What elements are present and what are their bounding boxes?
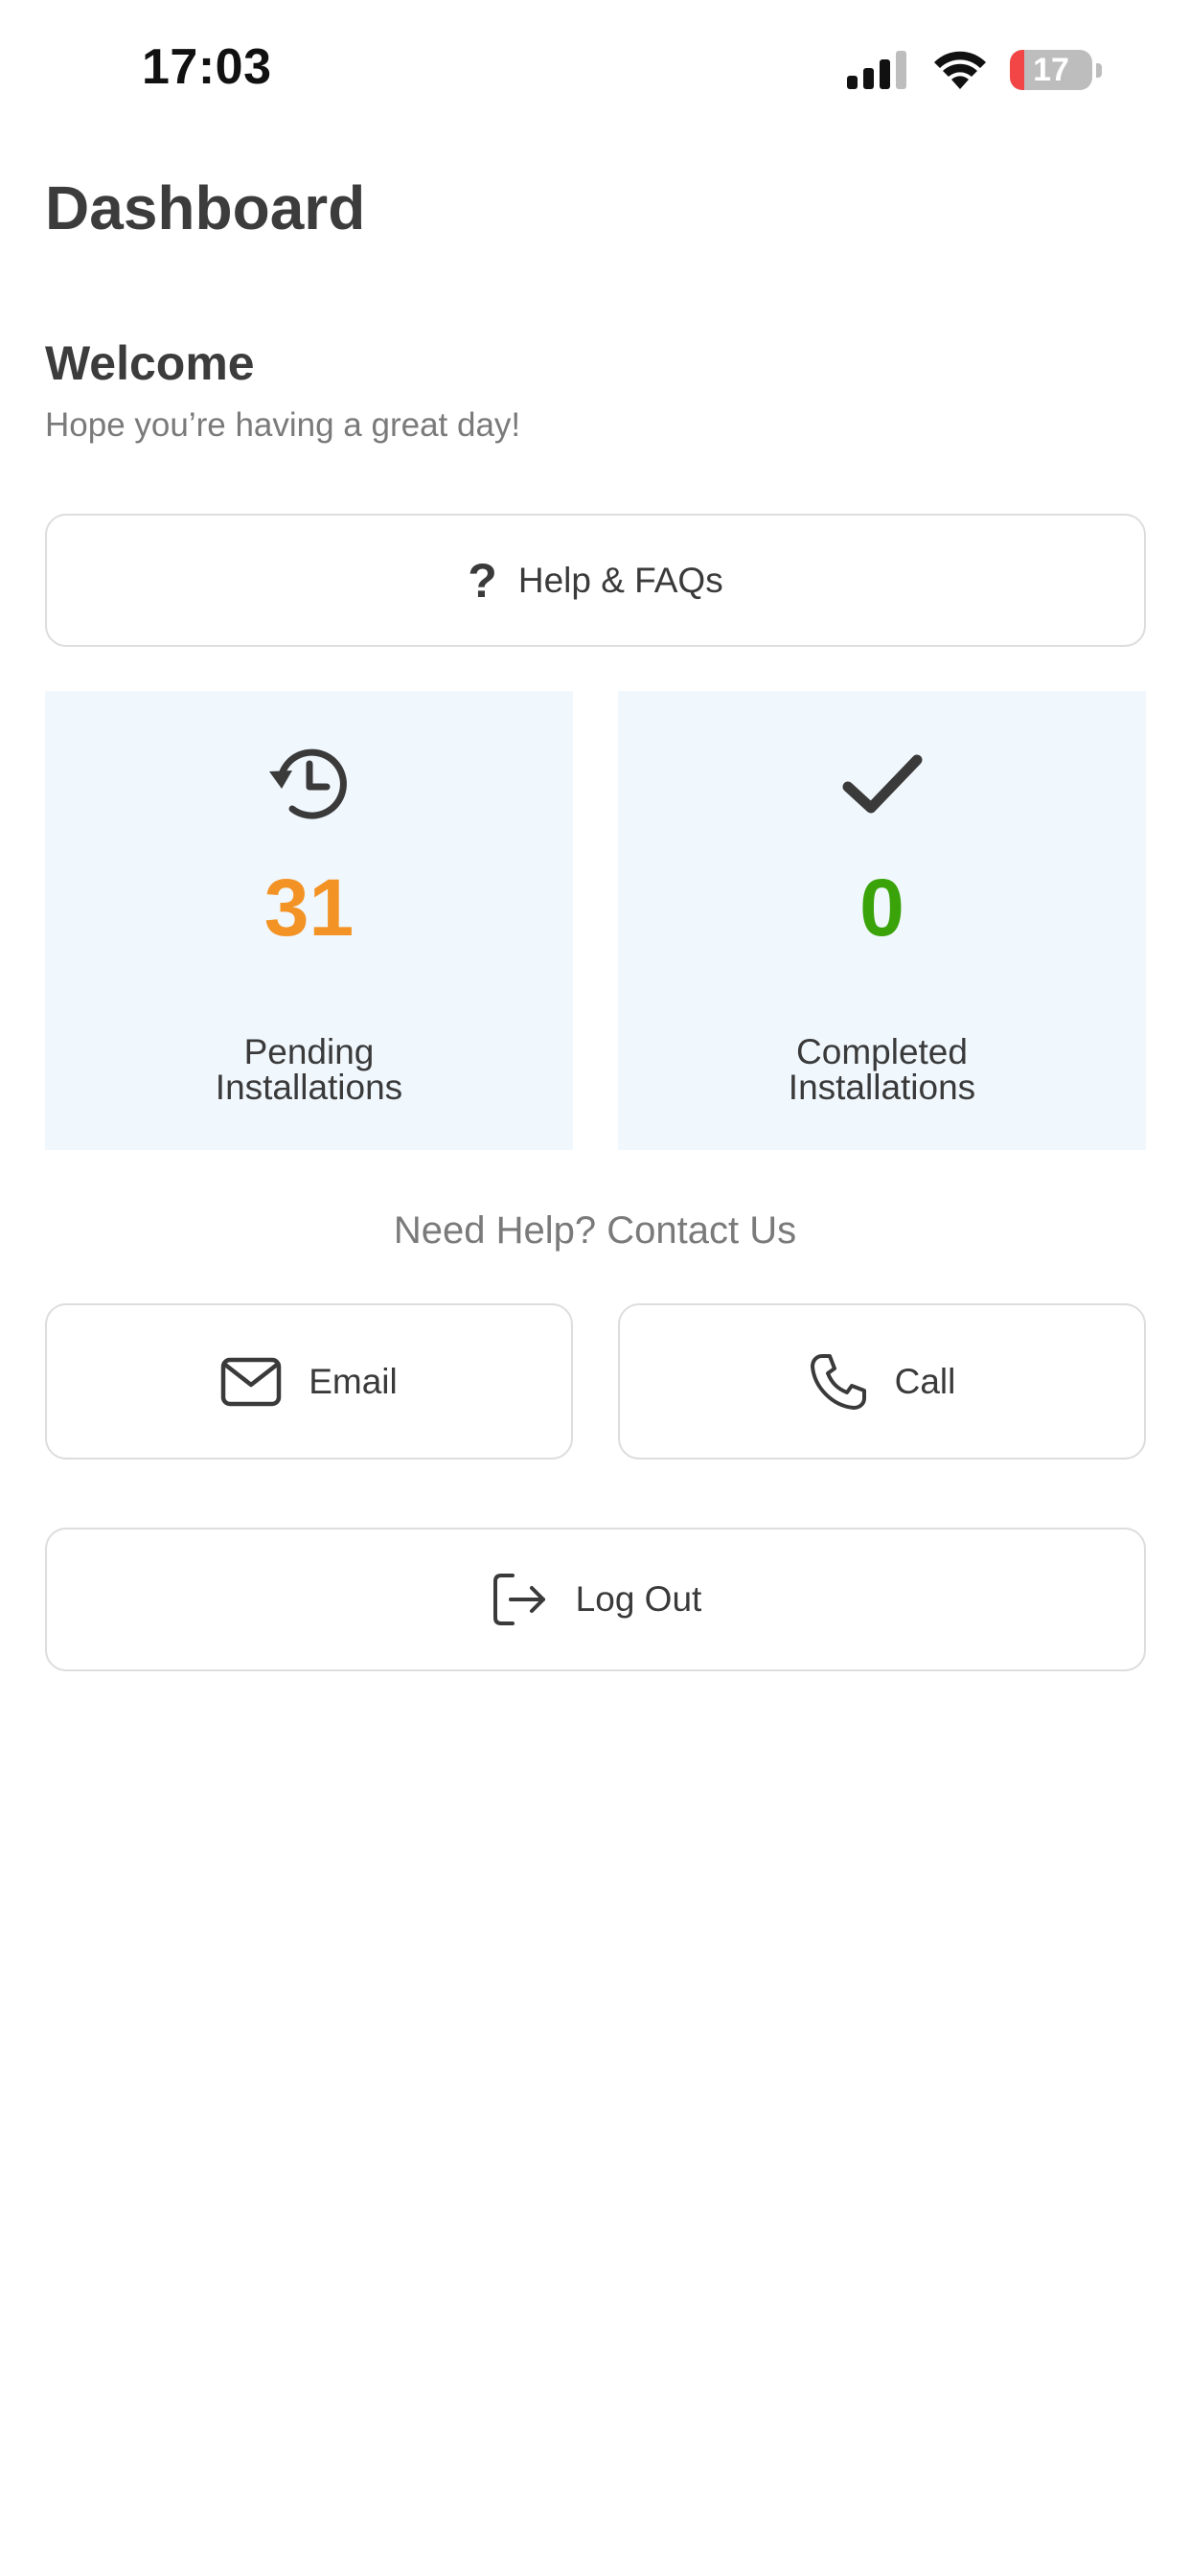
contact-heading: Need Help? Contact Us xyxy=(393,1209,797,1252)
pending-installations-label: Pending Installations xyxy=(45,1034,573,1105)
pending-label-line1: Pending xyxy=(243,1032,375,1071)
status-icons: 17 xyxy=(847,46,1102,94)
welcome-title: Welcome xyxy=(45,336,255,390)
battery-cap xyxy=(1096,62,1102,78)
status-bar: 17:03 17 xyxy=(0,0,1190,144)
phone-icon xyxy=(810,1353,866,1410)
pending-label-line2: Installations xyxy=(215,1068,403,1107)
logout-button[interactable]: Log Out xyxy=(45,1528,1146,1671)
battery-level-text: 17 xyxy=(1033,51,1069,88)
completed-label-line2: Installations xyxy=(788,1068,976,1107)
clock-history-icon xyxy=(268,748,347,819)
call-label: Call xyxy=(894,1361,956,1401)
email-button[interactable]: Email xyxy=(45,1303,573,1460)
page-title: Dashboard xyxy=(45,173,366,242)
battery-icon: 17 xyxy=(1010,50,1092,90)
question-mark-icon: ? xyxy=(468,553,497,608)
checkmark-icon xyxy=(842,754,922,814)
completed-installations-count: 0 xyxy=(859,862,904,953)
completed-label-line1: Completed xyxy=(796,1032,968,1071)
envelope-icon xyxy=(220,1357,282,1406)
email-label: Email xyxy=(309,1361,398,1401)
help-faqs-button[interactable]: ? Help & FAQs xyxy=(45,514,1146,647)
pending-installations-count: 31 xyxy=(263,862,355,953)
logout-label: Log Out xyxy=(575,1579,702,1619)
pending-installations-card[interactable]: 31 Pending Installations xyxy=(45,691,573,1150)
welcome-subtitle: Hope you’re having a great day! xyxy=(45,406,521,444)
logout-icon xyxy=(492,1574,545,1625)
cellular-signal-icon xyxy=(847,51,906,89)
help-faqs-label: Help & FAQs xyxy=(517,560,723,600)
completed-installations-label: Completed Installations xyxy=(618,1034,1146,1105)
status-time: 17:03 xyxy=(142,39,272,95)
wifi-icon xyxy=(934,51,986,89)
completed-installations-card[interactable]: 0 Completed Installations xyxy=(618,691,1146,1150)
call-button[interactable]: Call xyxy=(618,1303,1146,1460)
